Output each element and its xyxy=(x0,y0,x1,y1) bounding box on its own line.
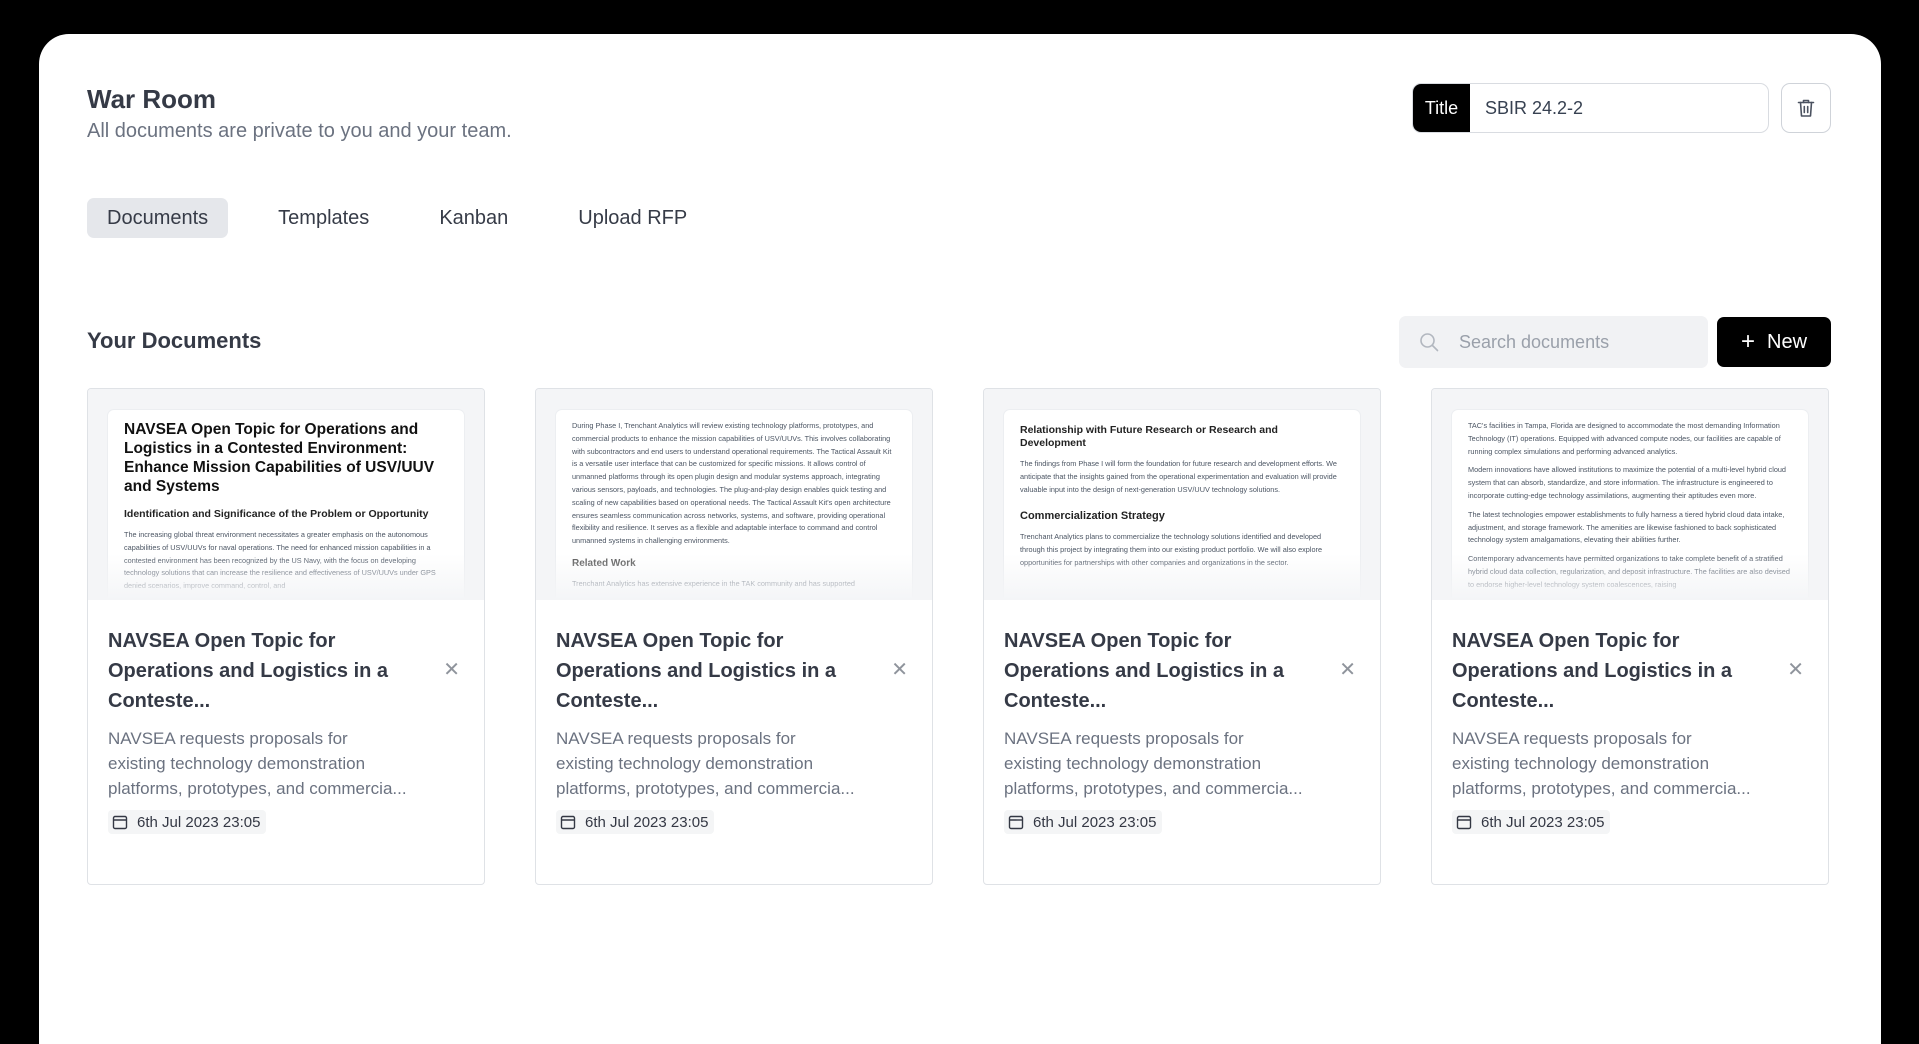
preview-text: The latest technologies empower establis… xyxy=(1468,509,1785,545)
document-card[interactable]: During Phase I, Trenchant Analytics will… xyxy=(535,388,933,885)
plus-icon: + xyxy=(1740,328,1755,355)
preview-heading: NAVSEA Open Topic for Operations and Log… xyxy=(124,421,435,495)
close-icon[interactable]: ✕ xyxy=(1787,660,1804,680)
card-description: NAVSEA requests proposals for existing t… xyxy=(1452,729,1751,798)
preview-text: Trenchant Analytics plans to commerciali… xyxy=(1020,532,1323,567)
date-badge: 6th Jul 2023 23:05 xyxy=(556,810,715,834)
section-title: Your Documents xyxy=(87,328,262,353)
preview-subheading: Identification and Significance of the P… xyxy=(124,508,429,520)
preview-page: NAVSEA Open Topic for Operations and Log… xyxy=(108,410,464,600)
tab-kanban[interactable]: Kanban xyxy=(419,198,528,238)
title-field[interactable]: Title SBIR 24.2-2 xyxy=(1412,83,1769,133)
document-preview: TAC's facilities in Tampa, Florida are d… xyxy=(1432,389,1828,600)
preview-text: During Phase I, Trenchant Analytics will… xyxy=(572,421,892,546)
document-preview: Relationship with Future Research or Res… xyxy=(984,389,1380,600)
trash-icon xyxy=(1797,99,1815,117)
card-date: 6th Jul 2023 23:05 xyxy=(137,813,261,831)
close-icon[interactable]: ✕ xyxy=(1339,660,1356,680)
search-input[interactable]: Search documents xyxy=(1399,316,1708,368)
page-title: War Room xyxy=(87,84,217,114)
card-date: 6th Jul 2023 23:05 xyxy=(585,813,709,831)
card-description: NAVSEA requests proposals for existing t… xyxy=(108,729,407,798)
search-placeholder: Search documents xyxy=(1459,331,1610,352)
close-icon[interactable]: ✕ xyxy=(891,660,908,680)
tab-templates[interactable]: Templates xyxy=(258,198,389,238)
card-title: NAVSEA Open Topic for Operations and Log… xyxy=(108,630,389,712)
close-icon[interactable]: ✕ xyxy=(443,660,460,680)
calendar-icon xyxy=(560,814,576,830)
search-icon xyxy=(1399,331,1459,353)
document-preview: NAVSEA Open Topic for Operations and Log… xyxy=(88,389,484,600)
preview-text: Contemporary advancements have permitted… xyxy=(1468,554,1790,589)
document-card[interactable]: Relationship with Future Research or Res… xyxy=(983,388,1381,885)
document-preview: During Phase I, Trenchant Analytics will… xyxy=(536,389,932,600)
new-document-button[interactable]: + New xyxy=(1717,317,1831,367)
document-card[interactable]: TAC's facilities in Tampa, Florida are d… xyxy=(1431,388,1829,885)
preview-page: During Phase I, Trenchant Analytics will… xyxy=(556,410,912,600)
new-button-label: New xyxy=(1767,330,1808,353)
card-title: NAVSEA Open Topic for Operations and Log… xyxy=(1452,630,1733,712)
preview-text: Trenchant Analytics has extensive experi… xyxy=(572,578,855,588)
preview-text: Modern innovations have allowed institut… xyxy=(1468,465,1786,500)
delete-button[interactable] xyxy=(1781,83,1831,133)
app-window: War Room All documents are private to yo… xyxy=(39,34,1881,1044)
document-card[interactable]: NAVSEA Open Topic for Operations and Log… xyxy=(87,388,485,885)
date-badge: 6th Jul 2023 23:05 xyxy=(1004,810,1163,834)
preview-page: Relationship with Future Research or Res… xyxy=(1004,410,1360,600)
calendar-icon xyxy=(1008,814,1024,830)
document-grid: NAVSEA Open Topic for Operations and Log… xyxy=(87,388,1829,885)
tab-bar: Documents Templates Kanban Upload RFP xyxy=(87,198,737,238)
card-date: 6th Jul 2023 23:05 xyxy=(1033,813,1157,831)
card-title: NAVSEA Open Topic for Operations and Log… xyxy=(556,630,837,712)
date-badge: 6th Jul 2023 23:05 xyxy=(1452,810,1611,834)
preview-text: The findings from Phase I will form the … xyxy=(1020,459,1337,494)
page-subtitle: All documents are private to you and you… xyxy=(87,120,512,142)
title-field-value[interactable]: SBIR 24.2-2 xyxy=(1470,84,1768,132)
preview-subheading: Commercialization Strategy xyxy=(1020,510,1165,523)
card-description: NAVSEA requests proposals for existing t… xyxy=(1004,729,1303,798)
card-date: 6th Jul 2023 23:05 xyxy=(1481,813,1605,831)
tab-upload-rfp[interactable]: Upload RFP xyxy=(558,198,707,238)
preview-heading: Relationship with Future Research or Res… xyxy=(1020,424,1278,449)
calendar-icon xyxy=(112,814,128,830)
preview-text: TAC's facilities in Tampa, Florida are d… xyxy=(1468,421,1781,456)
date-badge: 6th Jul 2023 23:05 xyxy=(108,810,267,834)
preview-subheading: Related Work xyxy=(572,557,636,569)
preview-text: The increasing global threat environment… xyxy=(124,530,436,591)
card-title: NAVSEA Open Topic for Operations and Log… xyxy=(1004,630,1285,712)
preview-page: TAC's facilities in Tampa, Florida are d… xyxy=(1452,410,1808,600)
tab-documents[interactable]: Documents xyxy=(87,198,229,238)
calendar-icon xyxy=(1456,814,1472,830)
card-description: NAVSEA requests proposals for existing t… xyxy=(556,729,855,798)
title-field-tag: Title xyxy=(1413,84,1470,132)
